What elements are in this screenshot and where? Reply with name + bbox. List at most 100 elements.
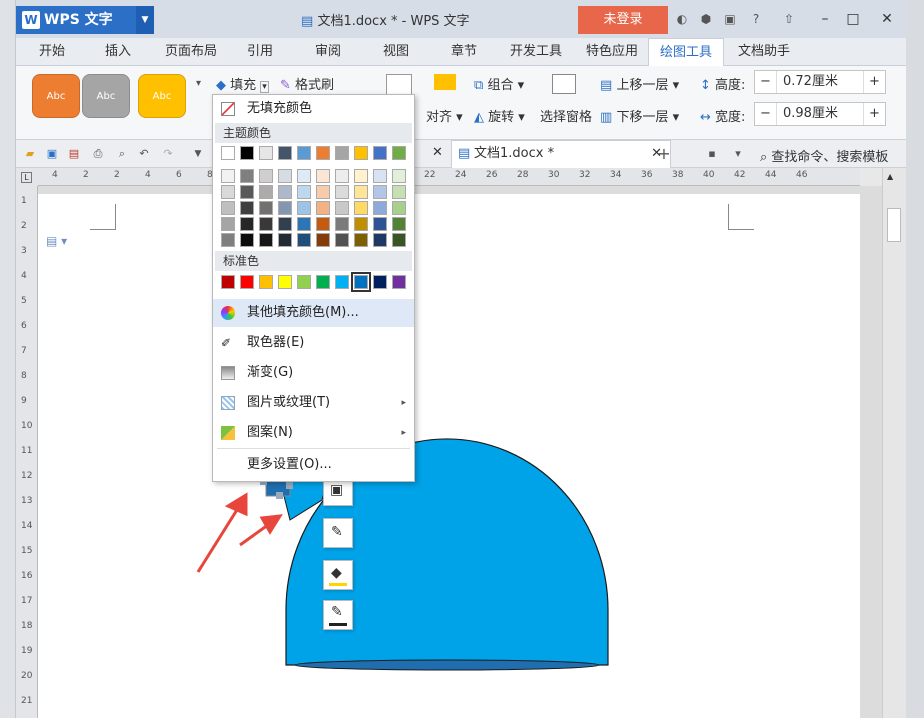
theme-shade-swatch[interactable] bbox=[221, 217, 235, 231]
theme-colors-header: 主题颜色 bbox=[215, 123, 412, 143]
theme-shade-swatch[interactable] bbox=[240, 185, 254, 199]
standard-color-swatch[interactable] bbox=[259, 275, 273, 289]
standard-color-swatch[interactable] bbox=[351, 272, 371, 292]
submenu-arrow-icon: ▸ bbox=[401, 428, 406, 438]
standard-color-swatch[interactable] bbox=[240, 275, 254, 289]
drawing-layer bbox=[196, 213, 609, 671]
vertical-scrollbar[interactable]: ▲ bbox=[882, 168, 906, 718]
theme-shade-swatch[interactable] bbox=[354, 185, 368, 199]
eyedropper-icon: ✐ bbox=[221, 336, 232, 350]
theme-shade-swatch[interactable] bbox=[373, 169, 387, 183]
outline-color-bar bbox=[329, 623, 347, 626]
eyedropper-item[interactable]: ✐ 取色器(E) bbox=[213, 329, 414, 357]
standard-color-swatch[interactable] bbox=[392, 275, 406, 289]
theme-shade-swatch[interactable] bbox=[297, 169, 311, 183]
theme-shade-swatch[interactable] bbox=[373, 201, 387, 215]
selection-handle[interactable] bbox=[276, 492, 283, 499]
standard-color-swatch[interactable] bbox=[316, 275, 330, 289]
base-ellipse-shape[interactable] bbox=[294, 659, 600, 671]
theme-shade-swatch[interactable] bbox=[335, 201, 349, 215]
theme-shade-swatch[interactable] bbox=[316, 233, 330, 247]
theme-shade-swatch[interactable] bbox=[297, 217, 311, 231]
theme-color-swatch[interactable] bbox=[240, 146, 254, 160]
standard-color-swatch[interactable] bbox=[373, 275, 387, 289]
theme-shade-swatch[interactable] bbox=[354, 169, 368, 183]
theme-shade-swatch[interactable] bbox=[297, 201, 311, 215]
theme-color-swatch[interactable] bbox=[373, 146, 387, 160]
fill-color-dropdown: 无填充颜色 主题颜色 标准色 其他填充颜色(M)... ✐ 取色器(E) 渐变(G… bbox=[212, 94, 415, 482]
fill-float-button[interactable]: ◆ bbox=[323, 560, 353, 590]
theme-color-swatch[interactable] bbox=[278, 146, 292, 160]
theme-shade-swatch[interactable] bbox=[392, 201, 406, 215]
scroll-up-icon[interactable]: ▲ bbox=[887, 172, 893, 181]
theme-shade-swatch[interactable] bbox=[392, 185, 406, 199]
theme-shade-swatch[interactable] bbox=[335, 169, 349, 183]
menu-divider bbox=[217, 448, 410, 449]
theme-shade-swatch[interactable] bbox=[278, 169, 292, 183]
theme-shade-swatch[interactable] bbox=[392, 169, 406, 183]
theme-shade-swatch[interactable] bbox=[221, 233, 235, 247]
theme-shade-swatch[interactable] bbox=[335, 217, 349, 231]
theme-shade-swatch[interactable] bbox=[392, 233, 406, 247]
selection-handle[interactable] bbox=[286, 482, 293, 489]
theme-shade-swatch[interactable] bbox=[240, 169, 254, 183]
theme-shade-swatch[interactable] bbox=[316, 185, 330, 199]
no-fill-icon bbox=[221, 102, 235, 116]
theme-shade-swatch[interactable] bbox=[240, 233, 254, 247]
theme-shade-swatch[interactable] bbox=[392, 217, 406, 231]
theme-color-swatch[interactable] bbox=[259, 146, 273, 160]
color-wheel-icon bbox=[221, 306, 235, 320]
theme-shade-swatch[interactable] bbox=[316, 169, 330, 183]
more-fill-colors-item[interactable]: 其他填充颜色(M)... bbox=[213, 299, 414, 327]
standard-color-swatch[interactable] bbox=[297, 275, 311, 289]
theme-shade-swatch[interactable] bbox=[373, 185, 387, 199]
theme-shade-swatch[interactable] bbox=[221, 169, 235, 183]
theme-shade-swatch[interactable] bbox=[316, 217, 330, 231]
theme-color-swatch[interactable] bbox=[335, 146, 349, 160]
theme-shade-swatch[interactable] bbox=[335, 233, 349, 247]
standard-colors-header: 标准色 bbox=[215, 251, 412, 271]
theme-shade-swatch[interactable] bbox=[259, 169, 273, 183]
theme-color-swatch[interactable] bbox=[392, 146, 406, 160]
standard-color-swatch[interactable] bbox=[335, 275, 349, 289]
theme-shade-swatch[interactable] bbox=[354, 201, 368, 215]
edit-shape-float-button[interactable]: ✎ bbox=[323, 518, 353, 548]
theme-shade-swatch[interactable] bbox=[259, 217, 273, 231]
pattern-item[interactable]: 图案(N) ▸ bbox=[213, 419, 414, 447]
theme-shade-swatch[interactable] bbox=[278, 201, 292, 215]
picture-texture-item[interactable]: 图片或纹理(T) ▸ bbox=[213, 389, 414, 417]
theme-shade-swatch[interactable] bbox=[259, 201, 273, 215]
scroll-thumb[interactable] bbox=[887, 208, 901, 242]
theme-shade-swatch[interactable] bbox=[240, 217, 254, 231]
standard-color-swatch[interactable] bbox=[278, 275, 292, 289]
theme-shade-swatch[interactable] bbox=[354, 217, 368, 231]
theme-shade-swatch[interactable] bbox=[335, 185, 349, 199]
standard-color-swatch[interactable] bbox=[221, 275, 235, 289]
theme-shade-swatch[interactable] bbox=[278, 233, 292, 247]
theme-shade-swatch[interactable] bbox=[354, 233, 368, 247]
theme-shade-swatch[interactable] bbox=[259, 185, 273, 199]
theme-shade-swatch[interactable] bbox=[259, 233, 273, 247]
theme-shade-swatch[interactable] bbox=[240, 201, 254, 215]
theme-shade-swatch[interactable] bbox=[278, 185, 292, 199]
annotation-arrow bbox=[196, 504, 242, 573]
paint-bucket-icon: ◆ bbox=[331, 565, 342, 581]
more-settings-item[interactable]: 更多设置(O)... bbox=[213, 451, 414, 479]
theme-shade-swatch[interactable] bbox=[373, 217, 387, 231]
gradient-item[interactable]: 渐变(G) bbox=[213, 359, 414, 387]
outline-float-button[interactable]: ✎ bbox=[323, 600, 353, 630]
theme-color-swatch[interactable] bbox=[221, 146, 235, 160]
no-fill-item[interactable]: 无填充颜色 bbox=[213, 95, 414, 123]
theme-shade-swatch[interactable] bbox=[278, 217, 292, 231]
theme-color-swatch[interactable] bbox=[354, 146, 368, 160]
theme-shade-swatch[interactable] bbox=[297, 185, 311, 199]
annotation-arrow-head bbox=[259, 514, 283, 535]
theme-color-swatch[interactable] bbox=[316, 146, 330, 160]
theme-shade-swatch[interactable] bbox=[297, 233, 311, 247]
theme-shade-swatch[interactable] bbox=[221, 185, 235, 199]
theme-shade-swatch[interactable] bbox=[373, 233, 387, 247]
theme-shade-swatch[interactable] bbox=[316, 201, 330, 215]
theme-color-swatch[interactable] bbox=[297, 146, 311, 160]
theme-shade-swatch[interactable] bbox=[221, 201, 235, 215]
layout-icon: ▣ bbox=[330, 482, 344, 498]
